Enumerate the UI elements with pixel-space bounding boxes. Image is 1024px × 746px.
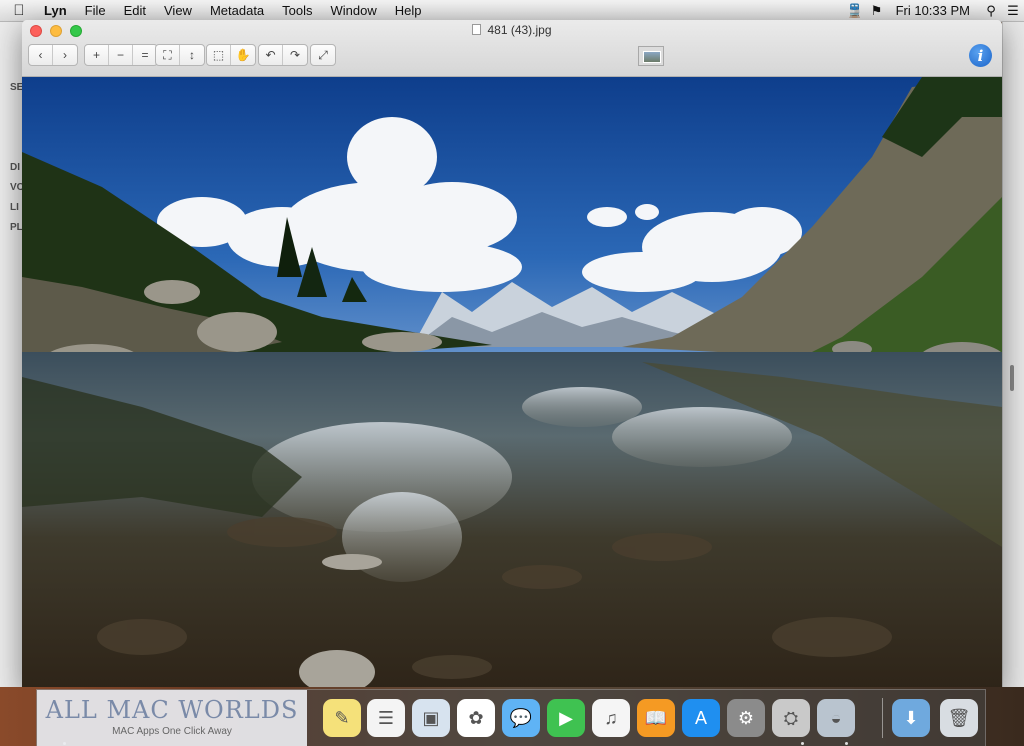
list-icon[interactable]: ☰ — [1002, 3, 1024, 19]
search-icon[interactable]: ⚲ — [980, 3, 1002, 19]
document-icon — [472, 24, 482, 35]
tools-group: ⬚ ✋ — [206, 44, 256, 66]
watermark: ALL MAC WORLDS MAC Apps One Click Away — [37, 690, 307, 746]
reminders-icon[interactable]: ☰ — [367, 699, 405, 737]
zoom-group: + − = — [84, 44, 158, 66]
zoom-in-button[interactable]: + — [85, 45, 109, 65]
window-title: 481 (43).jpg — [22, 23, 1002, 37]
app-store-icon[interactable]: A — [682, 699, 720, 737]
select-tool-button[interactable]: ⬚ — [207, 45, 231, 65]
train-icon[interactable]: 🚆 — [844, 3, 866, 19]
photo-canvas[interactable] — [22, 77, 1002, 690]
fit-group: ⛶ ↕ — [155, 44, 205, 66]
fullscreen-button[interactable]: ⤢ — [311, 45, 335, 65]
fit-window-button[interactable]: ⛶ — [156, 45, 180, 65]
menu-window[interactable]: Window — [322, 0, 386, 22]
notes-icon[interactable]: ✎ — [323, 699, 361, 737]
thumbnail-icon[interactable] — [638, 46, 664, 66]
hand-tool-button[interactable]: ✋ — [231, 45, 255, 65]
window-title-text: 481 (43).jpg — [487, 23, 552, 37]
fullscreen-group: ⤢ — [310, 44, 336, 66]
messages-icon[interactable]: 💬 — [502, 699, 540, 737]
downloads-icon[interactable]: ⬇ — [892, 699, 930, 737]
rotate-left-button[interactable]: ↶ — [259, 45, 283, 65]
menu-edit[interactable]: Edit — [115, 0, 155, 22]
fit-height-button[interactable]: ↕ — [180, 45, 204, 65]
menu-help[interactable]: Help — [386, 0, 431, 22]
preview-icon[interactable]: ▣ — [412, 699, 450, 737]
zoom-out-button[interactable]: − — [109, 45, 133, 65]
itunes-icon[interactable]: ♫ — [592, 699, 630, 737]
background-label: LI — [10, 202, 19, 213]
menu-clock[interactable]: Fri 10:33 PM — [888, 3, 980, 18]
menu-file[interactable]: File — [76, 0, 115, 22]
menu-bar:  Lyn File Edit View Metadata Tools Wind… — [0, 0, 1024, 22]
facetime-icon[interactable]: ▶ — [547, 699, 585, 737]
nav-group: ‹ › — [28, 44, 78, 66]
rotate-group: ↶ ↷ — [258, 44, 308, 66]
photos-icon[interactable]: ✿ — [457, 699, 495, 737]
menu-view[interactable]: View — [155, 0, 201, 22]
dock-separator — [882, 698, 883, 738]
previous-button[interactable]: ‹ — [29, 45, 53, 65]
menu-tools[interactable]: Tools — [273, 0, 321, 22]
landscape-photo — [22, 77, 1002, 690]
actual-size-button[interactable]: = — [133, 45, 157, 65]
flag-icon[interactable]: ⚑ — [866, 3, 888, 19]
background-label: DI — [10, 162, 20, 173]
info-button[interactable]: i — [969, 44, 992, 67]
hard-drive-icon[interactable]: ◒ — [817, 699, 855, 737]
menu-metadata[interactable]: Metadata — [201, 0, 273, 22]
title-bar: 481 (43).jpg ‹ › + − = ⛶ ↕ ⬚ ✋ ↶ ↷ ⤢ i — [22, 20, 1002, 77]
rotate-right-button[interactable]: ↷ — [283, 45, 307, 65]
system-preferences-icon[interactable]: ⚙ — [727, 699, 765, 737]
running-indicator — [801, 742, 804, 745]
running-indicator — [845, 742, 848, 745]
ibooks-icon[interactable]: 📖 — [637, 699, 675, 737]
resize-handle[interactable] — [1010, 365, 1014, 391]
background-window-right — [1002, 22, 1024, 687]
next-button[interactable]: › — [53, 45, 77, 65]
background-window: SE DI VO LI PL — [0, 22, 24, 687]
apple-menu-icon[interactable]:  — [0, 2, 38, 19]
watermark-subtitle: MAC Apps One Click Away — [112, 726, 232, 737]
disk-utility-icon[interactable]: ⛭ — [772, 699, 810, 737]
viewer-window: 481 (43).jpg ‹ › + − = ⛶ ↕ ⬚ ✋ ↶ ↷ ⤢ i — [22, 20, 1002, 690]
background-label: PL — [10, 222, 23, 233]
menu-app-name[interactable]: Lyn — [38, 0, 76, 22]
watermark-title: ALL MAC WORLDS — [45, 696, 299, 724]
trash-icon[interactable]: 🗑 — [940, 699, 978, 737]
